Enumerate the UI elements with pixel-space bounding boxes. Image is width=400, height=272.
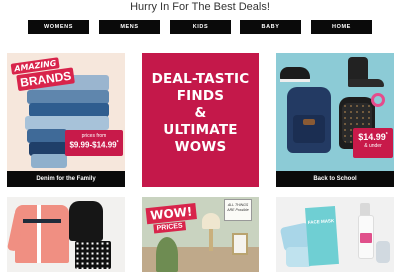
denim-caption[interactable]: Denim for the Family [7,171,125,187]
activewear-promo-tile[interactable] [7,197,125,272]
deals-promo-tile[interactable]: DEAL-TASTIC FINDS & ULTIMATE WOWS [142,53,259,187]
price-from-label: prices from [81,133,107,139]
school-promo-tile[interactable]: $14.99* & under Back to School [276,53,394,187]
wow-text: WOW! [145,203,198,225]
amazing-brands-badge: AMAZING BRANDS [10,56,76,101]
wow-prices-badge: WOW! PRICES [145,203,198,238]
denim-promo-tile[interactable]: AMAZING BRANDS prices from $9.99-$14.99*… [7,53,125,187]
home-decor-promo-tile[interactable]: ALL THINGS ARE Possible WOW! PRICES [142,197,259,272]
face-mask-promo-tile[interactable]: FACE MASK [276,197,394,272]
decor-sign: ALL THINGS ARE Possible [224,199,252,221]
nav-baby[interactable]: BABY [240,20,301,34]
school-price: $14.99* [358,132,388,142]
school-price-under: & under [364,143,382,149]
school-caption[interactable]: Back to School [276,171,394,187]
page-headline: Hurry In For The Best Deals! [130,1,270,13]
nav-kids[interactable]: KIDS [170,20,231,34]
denim-price-box: prices from $9.99-$14.99* [65,130,123,156]
prices-text: PRICES [153,221,187,234]
school-price-box: $14.99* & under [353,128,393,158]
price-range: $9.99-$14.99* [69,140,119,150]
nav-home[interactable]: HOME [311,20,372,34]
nav-mens[interactable]: MENS [99,20,160,34]
deal-tastic-headline: DEAL-TASTIC FINDS & ULTIMATE WOWS [151,71,250,155]
face-mask-package: FACE MASK [305,206,339,266]
nav-womens[interactable]: WOMENS [28,20,89,34]
